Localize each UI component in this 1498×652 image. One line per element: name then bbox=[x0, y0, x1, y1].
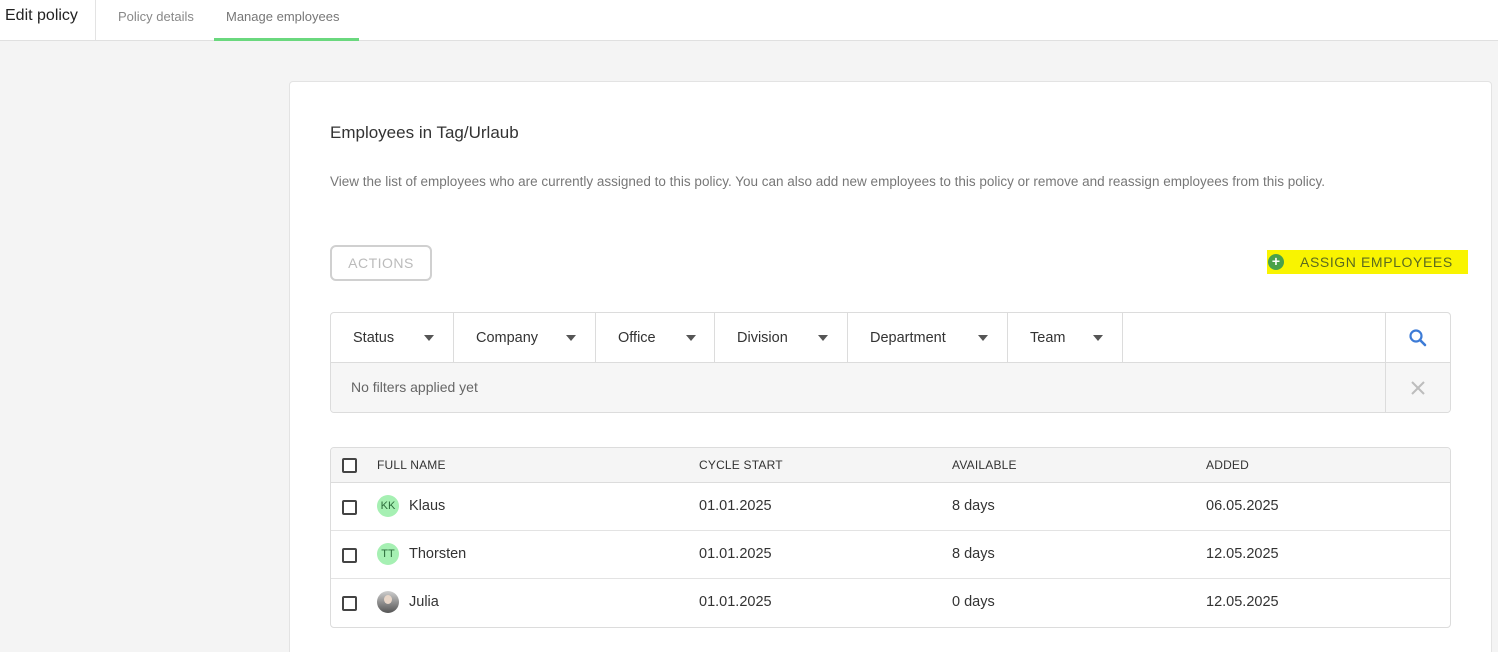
applied-filters-row: No filters applied yet bbox=[331, 363, 1450, 412]
filter-label: Status bbox=[353, 330, 395, 346]
avatar: TT bbox=[377, 543, 399, 565]
caret-down-icon bbox=[424, 335, 434, 341]
tab-manage-employees[interactable]: Manage employees bbox=[226, 9, 339, 24]
employee-name[interactable]: Thorsten bbox=[409, 546, 466, 562]
avatar-photo bbox=[377, 591, 399, 613]
active-tab-indicator bbox=[214, 38, 359, 41]
column-header-added[interactable]: ADDED bbox=[1206, 458, 1249, 472]
cycle-start: 01.01.2025 bbox=[699, 498, 772, 514]
available-days: 0 days bbox=[952, 594, 995, 610]
available-days: 8 days bbox=[952, 546, 995, 562]
assign-employees-label: ASSIGN EMPLOYEES bbox=[1300, 254, 1453, 270]
row-checkbox[interactable] bbox=[342, 596, 357, 611]
filter-label: Department bbox=[870, 330, 946, 346]
employees-table: FULL NAME CYCLE START AVAILABLE ADDED KK… bbox=[330, 447, 1451, 628]
search-icon bbox=[1409, 329, 1427, 347]
filter-row: Status Company Office Division Departmen… bbox=[331, 313, 1450, 363]
filter-label: Division bbox=[737, 330, 788, 346]
close-icon bbox=[1411, 380, 1425, 395]
column-header-cycle-start[interactable]: CYCLE START bbox=[699, 458, 783, 472]
filter-division[interactable]: Division bbox=[715, 313, 848, 363]
caret-down-icon bbox=[1093, 335, 1103, 341]
card-title: Employees in Tag/Urlaub bbox=[330, 123, 519, 142]
employee-name[interactable]: Klaus bbox=[409, 498, 445, 514]
filter-label: Office bbox=[618, 330, 656, 346]
added-date: 12.05.2025 bbox=[1206, 594, 1279, 610]
no-filters-text: No filters applied yet bbox=[351, 379, 478, 395]
column-header-available[interactable]: AVAILABLE bbox=[952, 458, 1017, 472]
filter-company[interactable]: Company bbox=[454, 313, 596, 363]
filter-label: Company bbox=[476, 330, 539, 346]
filter-label: Team bbox=[1030, 330, 1066, 346]
caret-down-icon bbox=[686, 335, 696, 341]
title-divider bbox=[95, 0, 96, 40]
plus-circle-icon: + bbox=[1268, 254, 1284, 270]
row-checkbox[interactable] bbox=[342, 548, 357, 563]
filter-panel: Status Company Office Division Departmen… bbox=[330, 312, 1451, 413]
row-checkbox[interactable] bbox=[342, 500, 357, 515]
cycle-start: 01.01.2025 bbox=[699, 594, 772, 610]
filter-team[interactable]: Team bbox=[1008, 313, 1123, 363]
available-days: 8 days bbox=[952, 498, 995, 514]
added-date: 12.05.2025 bbox=[1206, 546, 1279, 562]
actions-button[interactable]: ACTIONS bbox=[330, 245, 432, 281]
page-title: Edit policy bbox=[5, 7, 78, 24]
employee-name[interactable]: Julia bbox=[409, 594, 439, 610]
avatar: KK bbox=[377, 495, 399, 517]
top-bar: Edit policy Policy details Manage employ… bbox=[0, 0, 1498, 41]
caret-down-icon bbox=[978, 335, 988, 341]
card-description: View the list of employees who are curre… bbox=[330, 174, 1326, 189]
clear-filters-button[interactable] bbox=[1385, 363, 1450, 412]
caret-down-icon bbox=[566, 335, 576, 341]
assign-employees-button[interactable]: + ASSIGN EMPLOYEES bbox=[1267, 250, 1468, 274]
cycle-start: 01.01.2025 bbox=[699, 546, 772, 562]
tab-policy-details[interactable]: Policy details bbox=[118, 9, 194, 24]
column-header-full-name[interactable]: FULL NAME bbox=[377, 458, 446, 472]
added-date: 06.05.2025 bbox=[1206, 498, 1279, 514]
search-button[interactable] bbox=[1385, 313, 1450, 363]
filter-department[interactable]: Department bbox=[848, 313, 1008, 363]
select-all-checkbox[interactable] bbox=[342, 458, 357, 473]
table-row[interactable]: KK Klaus 01.01.2025 8 days 06.05.2025 bbox=[331, 483, 1450, 531]
table-row[interactable]: Julia 01.01.2025 0 days 12.05.2025 bbox=[331, 579, 1450, 627]
filter-office[interactable]: Office bbox=[596, 313, 715, 363]
table-header: FULL NAME CYCLE START AVAILABLE ADDED bbox=[331, 448, 1450, 483]
filter-status[interactable]: Status bbox=[331, 313, 454, 363]
employees-card: Employees in Tag/Urlaub View the list of… bbox=[289, 81, 1492, 652]
table-row[interactable]: TT Thorsten 01.01.2025 8 days 12.05.2025 bbox=[331, 531, 1450, 579]
caret-down-icon bbox=[818, 335, 828, 341]
